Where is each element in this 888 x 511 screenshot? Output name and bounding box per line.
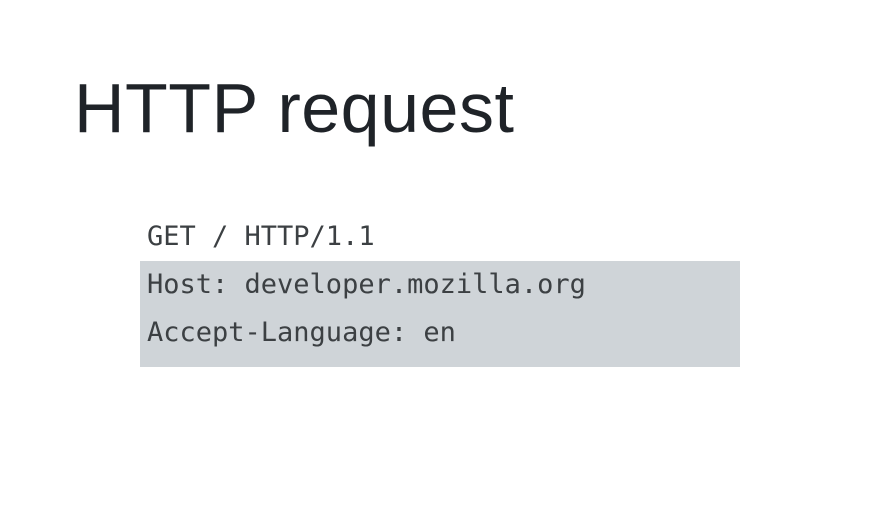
request-line: GET / HTTP/1.1 [147, 221, 375, 252]
slide: HTTP request GET / HTTP/1.1 Host: develo… [0, 0, 888, 511]
http-request-code-block: GET / HTTP/1.1 Host: developer.mozilla.o… [140, 213, 740, 367]
header-accept-language: Accept-Language: en [147, 317, 456, 348]
slide-title: HTTP request [74, 69, 515, 147]
headers-highlight: Host: developer.mozilla.org Accept-Langu… [140, 261, 740, 367]
header-host: Host: developer.mozilla.org [147, 269, 586, 300]
